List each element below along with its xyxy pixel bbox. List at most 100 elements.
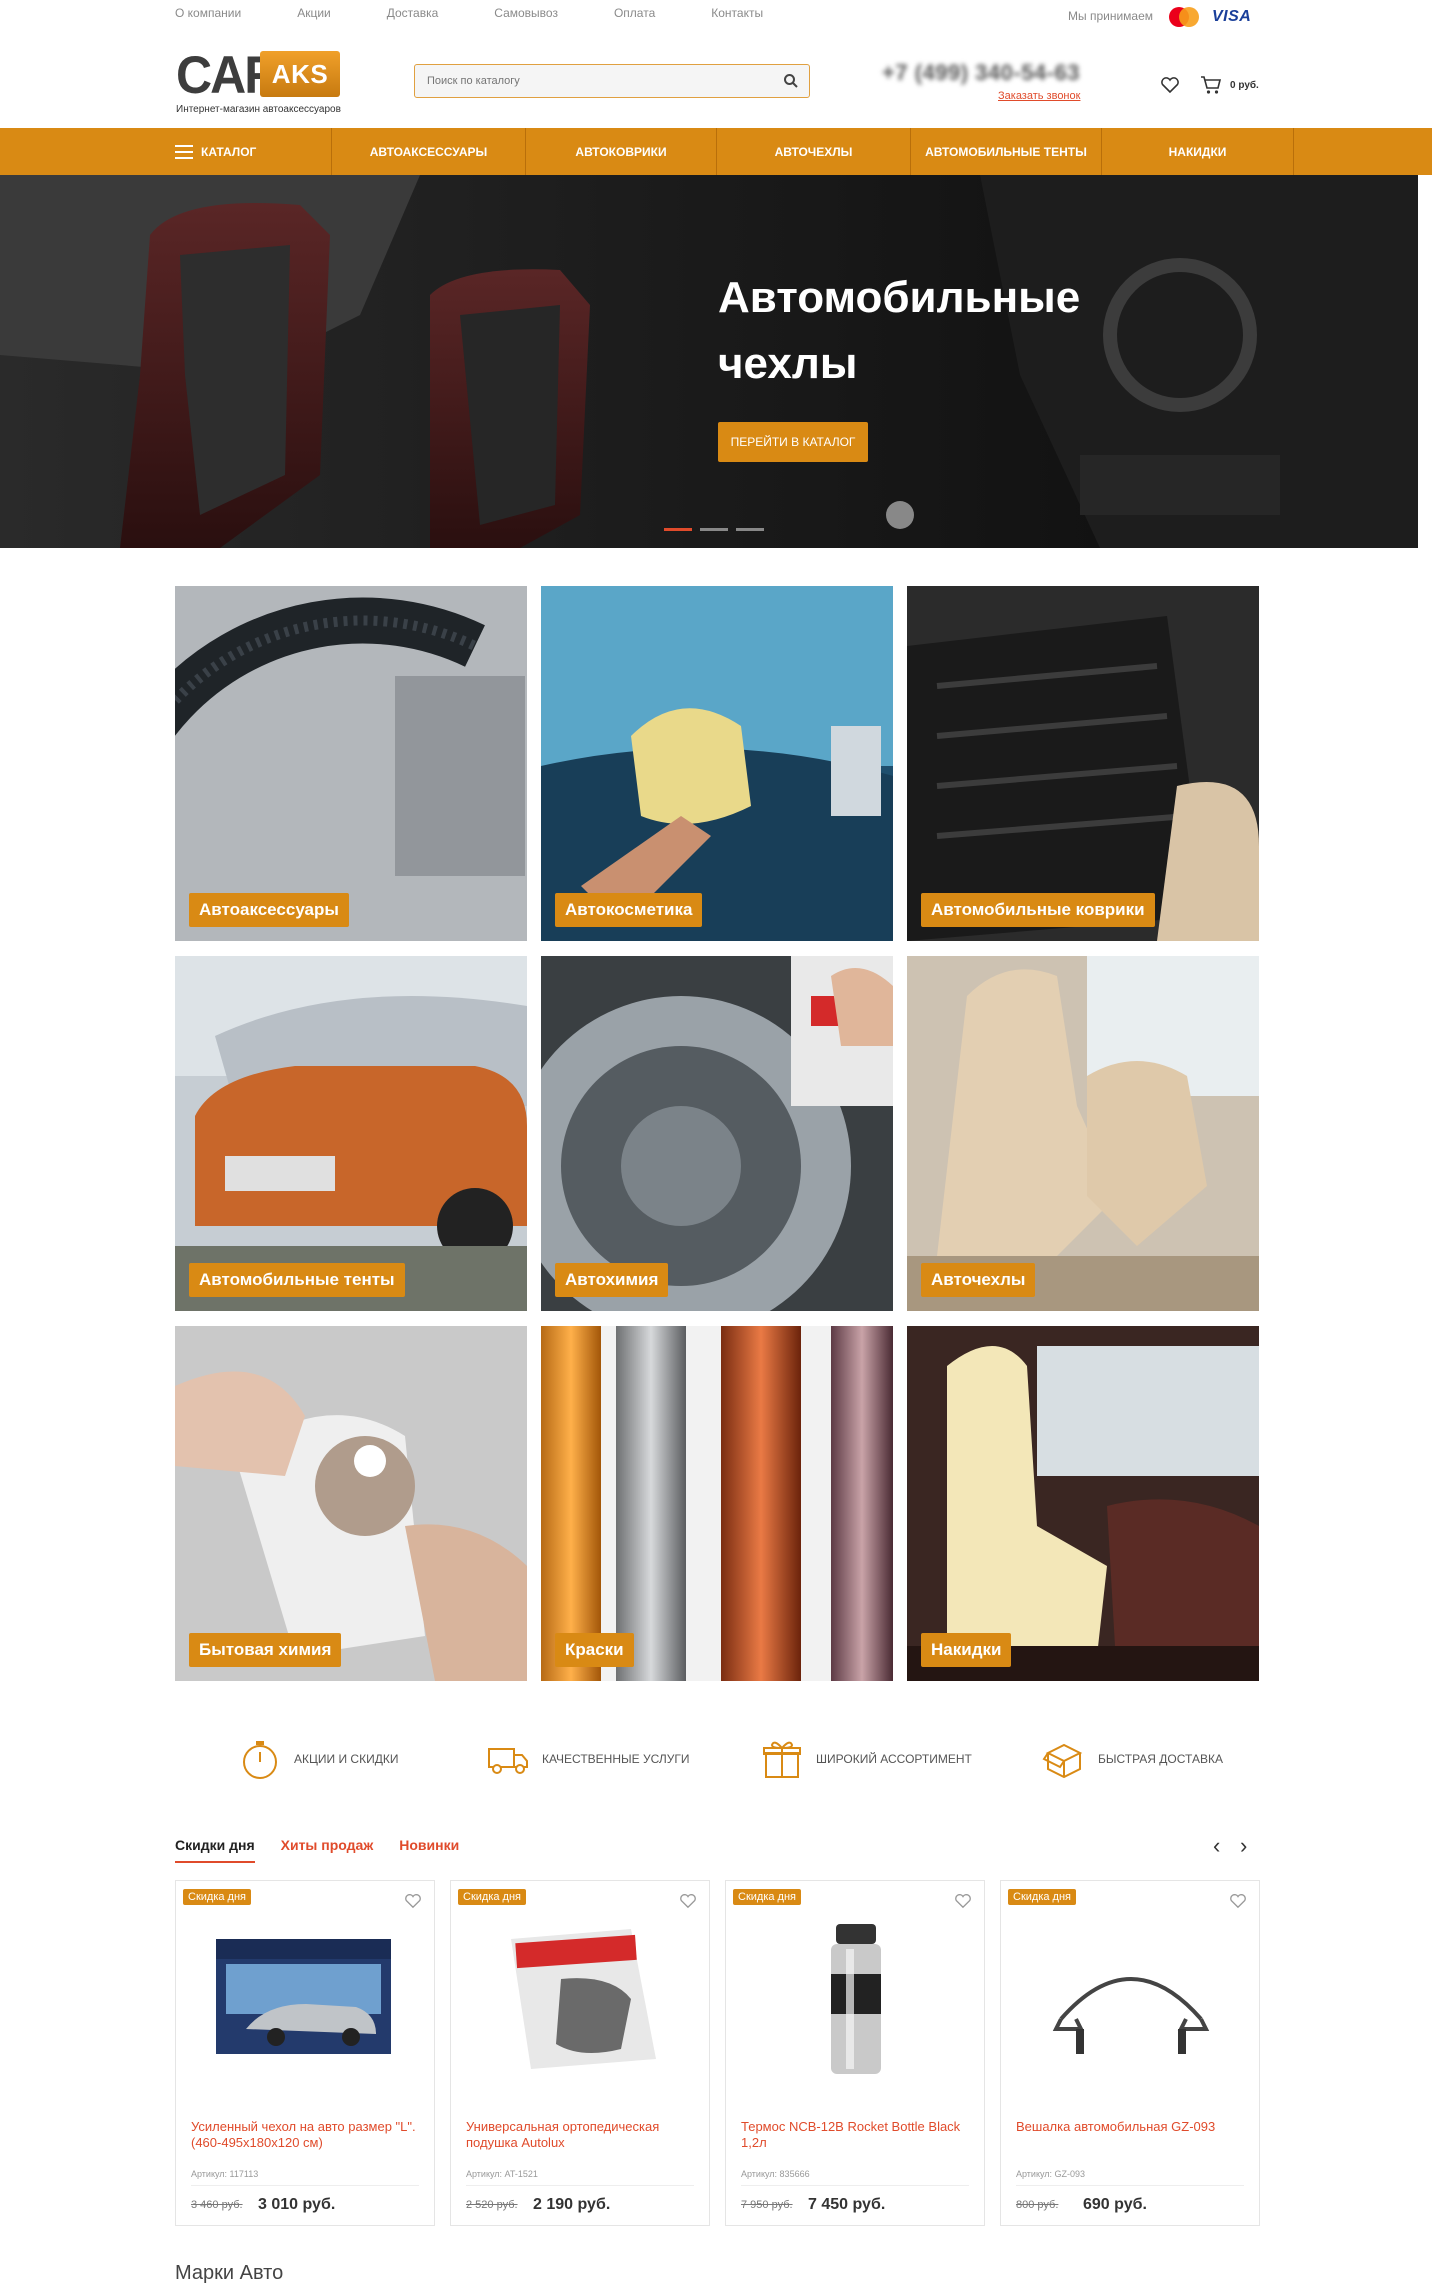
top-nav-pickup[interactable]: Самовывоз	[494, 6, 558, 20]
nav-item-covers[interactable]: Авточехлы	[717, 128, 911, 175]
category-tile-tents[interactable]: Автомобильные тенты	[175, 956, 527, 1311]
category-label: Краски	[555, 1633, 634, 1667]
tab-bestsellers[interactable]: Хиты продаж	[281, 1837, 374, 1863]
hero-title: Автомобильные чехлы	[718, 273, 1081, 388]
price: 2 190 руб.	[533, 2196, 611, 2213]
category-tile-cosmetics[interactable]: Автокосметика	[541, 586, 893, 941]
product-name[interactable]: Термос NCB-12B Rocket Bottle Black 1,2л	[741, 2119, 973, 2151]
search-box	[414, 64, 810, 98]
catalog-label: Каталог	[201, 144, 257, 159]
tab-deals[interactable]: Скидки дня	[175, 1837, 255, 1863]
box-icon	[1042, 1743, 1083, 1779]
top-nav-payment[interactable]: Оплата	[614, 6, 655, 20]
top-nav-promo[interactable]: Акции	[297, 6, 331, 20]
phone-number[interactable]: +7 (499) 340-54-63	[882, 60, 1080, 86]
old-price: 800 руб.	[1016, 2199, 1059, 2211]
product-sku: Артикул: 835666	[741, 2169, 810, 2179]
old-price: 3 460 руб.	[191, 2199, 243, 2211]
category-tile-seat-covers[interactable]: Авточехлы	[907, 956, 1259, 1311]
carousel-prev-button[interactable]: ‹	[1213, 1835, 1220, 1857]
price: 3 010 руб.	[258, 2196, 336, 2213]
logo-aks[interactable]: AKS	[260, 51, 340, 97]
category-tile-mats[interactable]: Автомобильные коврики	[907, 586, 1259, 941]
product-name[interactable]: Усиленный чехол на авто размер "L". (460…	[191, 2119, 423, 2151]
category-image	[175, 586, 527, 941]
category-image	[541, 1326, 893, 1681]
hero-banner	[0, 175, 1418, 548]
product-sku: Артикул: AT-1521	[466, 2169, 538, 2179]
stopwatch-icon	[243, 1741, 277, 1779]
carousel-next-button[interactable]: ›	[1240, 1835, 1247, 1857]
category-label: Автомобильные коврики	[921, 893, 1155, 927]
product-card[interactable]: Скидка дня Универсальная ортопедическая …	[450, 1880, 710, 2226]
slider-dots	[664, 528, 764, 531]
favorites-icon[interactable]	[1160, 76, 1180, 94]
divider	[191, 2185, 419, 2186]
menu-icon	[175, 144, 193, 159]
category-image	[541, 956, 893, 1311]
price: 690 руб.	[1083, 2196, 1147, 2213]
feature-assortment: Широкий ассортимент	[760, 1737, 972, 1781]
category-image	[907, 956, 1259, 1311]
product-image	[511, 1929, 656, 2069]
nav-item-capes[interactable]: Накидки	[1102, 128, 1294, 175]
category-tile-chemicals[interactable]: Автохимия	[541, 956, 893, 1311]
category-label: Автомобильные тенты	[189, 1263, 405, 1297]
nav-item-mats[interactable]: Автоковрики	[526, 128, 717, 175]
deal-badge: Скидка дня	[733, 1889, 801, 1905]
category-image	[541, 586, 893, 941]
tab-new[interactable]: Новинки	[399, 1837, 459, 1863]
main-nav: Каталог Автоаксессуары Автоковрики Авточ…	[0, 128, 1432, 175]
gift-icon	[763, 1741, 801, 1778]
product-sku: Артикул: GZ-093	[1016, 2169, 1086, 2179]
category-tile-household[interactable]: Бытовая химия	[175, 1326, 527, 1681]
category-label: Автокосметика	[555, 893, 703, 927]
category-image	[175, 956, 527, 1311]
catalog-menu-button[interactable]: Каталог	[0, 128, 332, 175]
category-tile-accessories[interactable]: Автоаксессуары	[175, 586, 527, 941]
logo-subtitle: Интернет-магазин автоаксессуаров	[176, 104, 341, 115]
favorite-icon[interactable]	[679, 1893, 697, 1909]
callback-link[interactable]: Заказать звонок	[998, 90, 1080, 102]
category-image	[907, 1326, 1259, 1681]
product-name[interactable]: Вешалка автомобильная GZ-093	[1016, 2119, 1248, 2135]
feature-label: Быстрая доставка	[1098, 1752, 1223, 1766]
slider-dot[interactable]	[664, 528, 692, 531]
product-card[interactable]: Скидка дня Усиленный чехол на авто разме…	[175, 1880, 435, 2226]
top-nav: О компании Акции Доставка Самовывоз Опла…	[175, 6, 819, 20]
product-card[interactable]: Скидка дня Термос NCB-12B Rocket Bottle …	[725, 1880, 985, 2226]
feature-label: Широкий ассортимент	[816, 1752, 972, 1766]
deal-badge: Скидка дня	[1008, 1889, 1076, 1905]
category-tile-paints[interactable]: Краски	[541, 1326, 893, 1681]
nav-item-tents[interactable]: Автомобильные тенты	[911, 128, 1102, 175]
divider	[1016, 2185, 1244, 2186]
slider-dot[interactable]	[700, 528, 728, 531]
search-icon[interactable]	[783, 73, 799, 89]
search-input[interactable]	[415, 65, 765, 97]
feature-label: Качественные услуги	[542, 1752, 690, 1766]
top-nav-delivery[interactable]: Доставка	[387, 6, 439, 20]
category-tile-capes[interactable]: Накидки	[907, 1326, 1259, 1681]
old-price: 2 520 руб.	[466, 2199, 518, 2211]
divider	[466, 2185, 694, 2186]
favorite-icon[interactable]	[1229, 1893, 1247, 1909]
feature-delivery: Быстрая доставка	[1042, 1737, 1223, 1781]
nav-item-accessories[interactable]: Автоаксессуары	[332, 128, 526, 175]
product-image	[831, 1924, 881, 2074]
product-card[interactable]: Скидка дня Вешалка автомобильная GZ-093 …	[1000, 1880, 1260, 2226]
favorite-icon[interactable]	[404, 1893, 422, 1909]
hero-catalog-button[interactable]: ПЕРЕЙТИ В КАТАЛОГ	[718, 422, 868, 462]
product-image	[1052, 1977, 1210, 2054]
visa-logo: VISA	[1212, 8, 1252, 25]
category-label: Накидки	[921, 1633, 1012, 1667]
favorite-icon[interactable]	[954, 1893, 972, 1909]
category-label: Автохимия	[555, 1263, 669, 1297]
slider-dot[interactable]	[736, 528, 764, 531]
product-image	[216, 1939, 391, 2054]
product-name[interactable]: Универсальная ортопедическая подушка Aut…	[466, 2119, 698, 2151]
top-nav-contacts[interactable]: Контакты	[711, 6, 763, 20]
cart-icon[interactable]	[1200, 75, 1222, 95]
top-nav-about[interactable]: О компании	[175, 6, 241, 20]
category-label: Авточехлы	[921, 1263, 1036, 1297]
product-sku: Артикул: 117113	[191, 2169, 259, 2179]
